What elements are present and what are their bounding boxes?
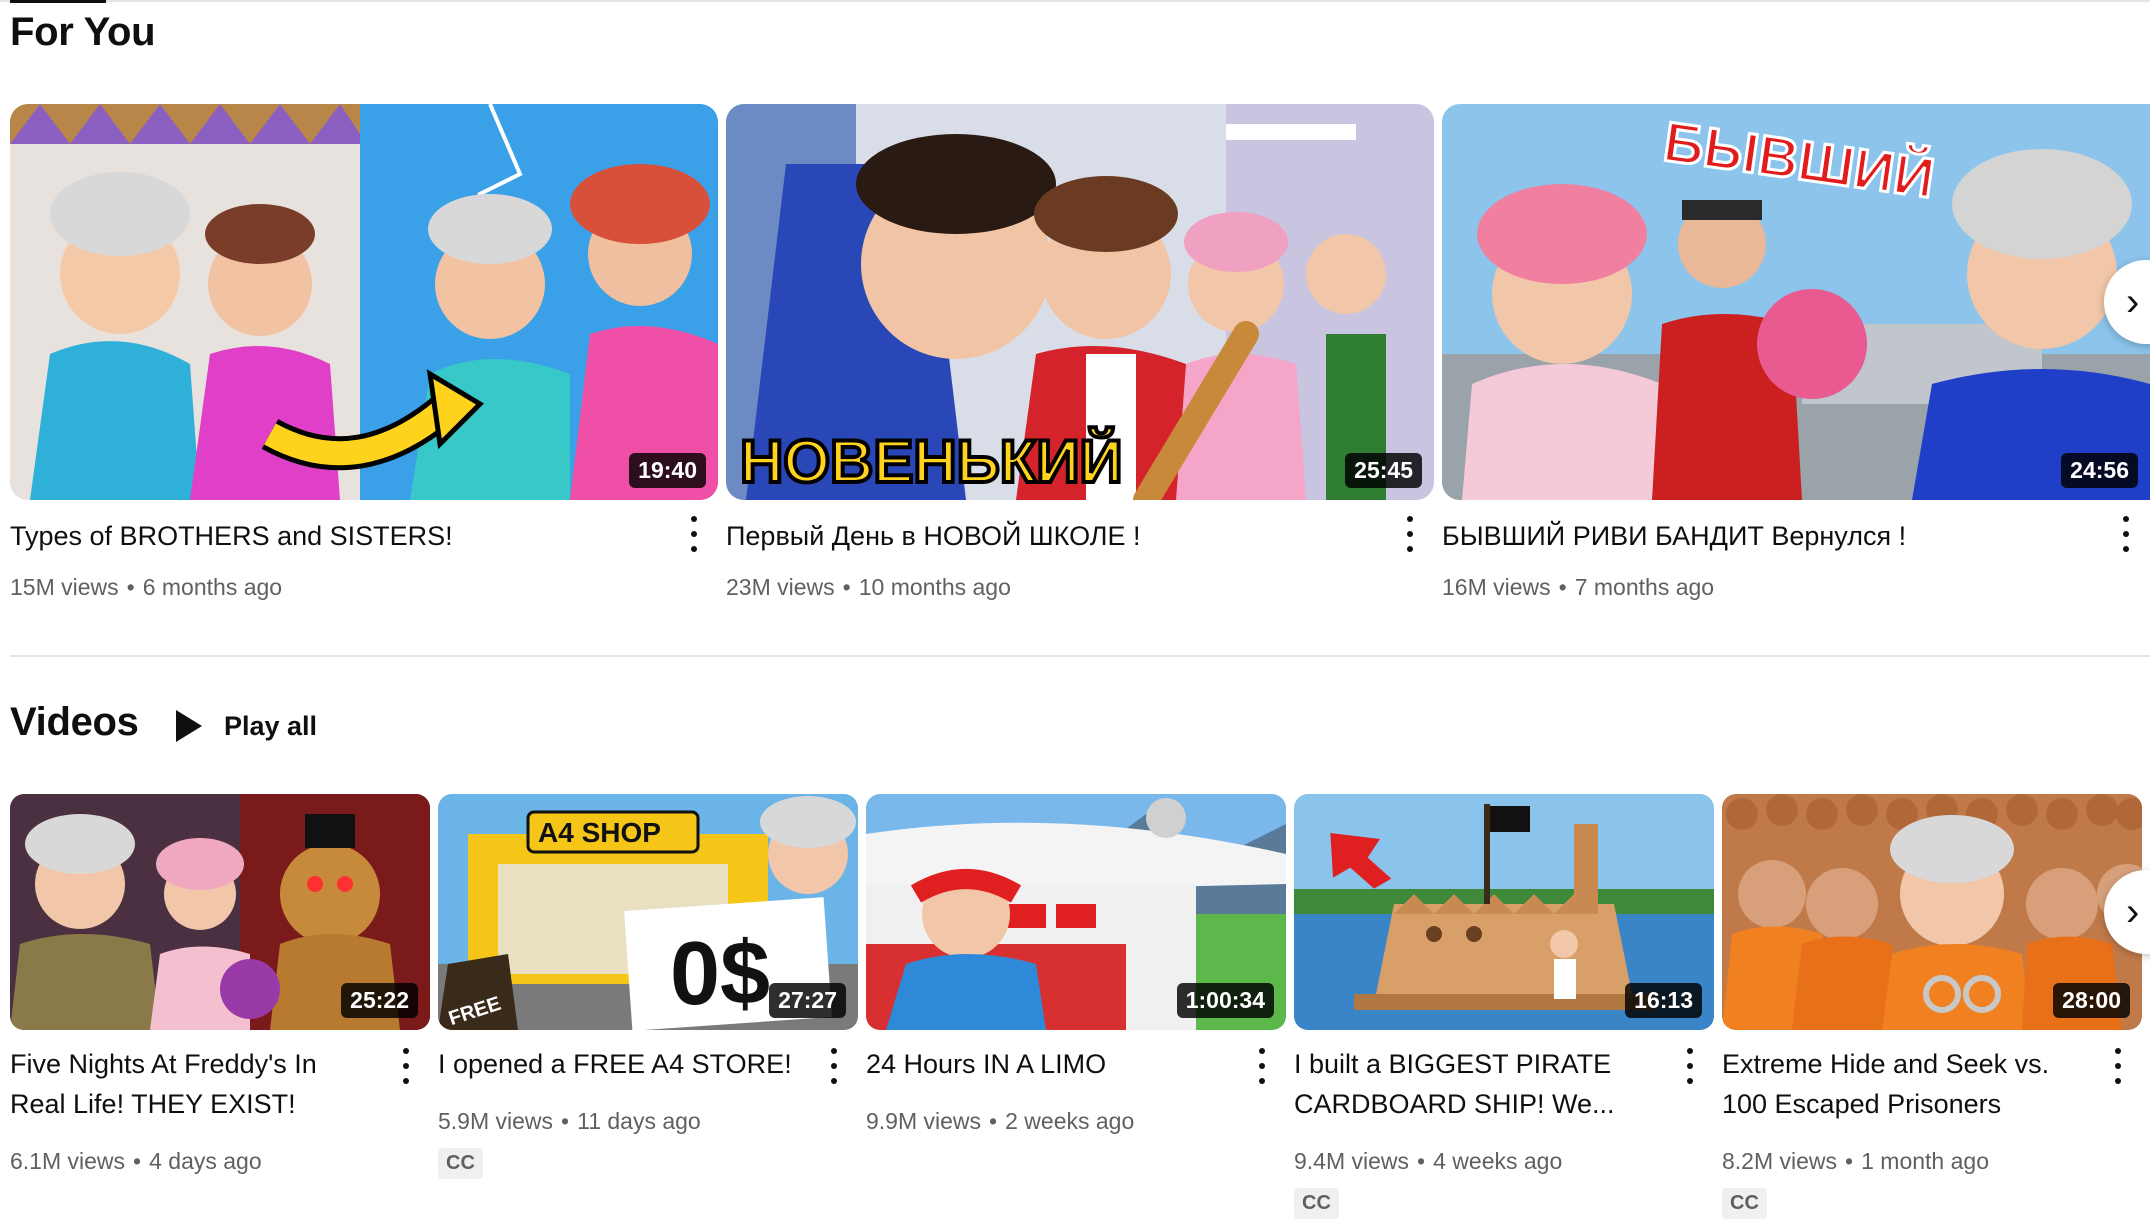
more-vert-icon[interactable] [1258, 1048, 1266, 1084]
more-vert-icon[interactable] [402, 1048, 410, 1084]
video-title[interactable]: Types of BROTHERS and SISTERS! [10, 516, 453, 556]
top-divider [0, 0, 2150, 2]
thumbnail-text: 0$ [670, 924, 770, 1024]
video-card[interactable]: 19:40 Types of BROTHERS and SISTERS! 15M… [10, 104, 718, 614]
video-meta: 5.9M views • 11 days ago [438, 1108, 701, 1134]
video-meta: 9.9M views • 2 weeks ago [866, 1108, 1135, 1134]
title-line: Extreme Hide and Seek vs. [1722, 1049, 2050, 1079]
thumbnail-text: A4 SHOP [538, 817, 661, 848]
video-title[interactable]: Extreme Hide and Seek vs. 100 Escaped Pr… [1722, 1044, 2102, 1124]
video-thumbnail[interactable]: 25:22 [10, 794, 430, 1030]
video-card[interactable]: 1:00:34 24 Hours IN A LIMO 9.9M views • 2 … [866, 794, 1286, 1194]
upload-age: 2 weeks ago [1005, 1108, 1135, 1134]
view-count: 9.9M views [866, 1108, 982, 1134]
duration-badge: 25:45 [1345, 453, 1422, 488]
duration-badge: 24:56 [2061, 453, 2138, 488]
title-line: I built a BIGGEST PIRATE [1294, 1049, 1612, 1079]
duration-badge: 1:00:34 [1176, 983, 1274, 1018]
title-line: I opened a FREE A4 STORE! [438, 1049, 792, 1079]
thumbnail-text: НОВЕНЬКИЙ [740, 428, 1123, 495]
play-all-label: Play all [224, 710, 318, 741]
duration-badge: 27:27 [769, 983, 846, 1018]
title-line: Real Life! THEY EXIST! [10, 1089, 296, 1119]
more-vert-icon[interactable] [1406, 516, 1414, 552]
upload-age: 7 months ago [1574, 574, 1715, 600]
video-title[interactable]: Five Nights At Freddy's In Real Life! TH… [10, 1044, 390, 1124]
video-meta: 9.4M views • 4 weeks ago [1294, 1148, 1563, 1174]
view-count: 6.1M views [10, 1148, 126, 1174]
more-vert-icon[interactable] [830, 1048, 838, 1084]
view-count: 5.9M views [438, 1108, 554, 1134]
duration-badge: 28:00 [2053, 983, 2130, 1018]
cc-badge: CC [438, 1148, 483, 1179]
video-title[interactable]: БЫВШИЙ РИВИ БАНДИТ Вернулся ! [1442, 516, 1906, 556]
chevron-right-icon: › [2126, 889, 2140, 934]
video-card[interactable]: A4 SHOP 0$ FREE 27:27 I opened a FREE A4… [438, 794, 858, 1194]
title-line: 100 Escaped Prisoners [1722, 1089, 2002, 1119]
section-title-for-you: For You [10, 10, 156, 54]
video-title[interactable]: 24 Hours IN A LIMO [866, 1044, 1246, 1084]
upload-age: 4 weeks ago [1433, 1148, 1563, 1174]
view-count: 23M views [726, 574, 835, 600]
video-card[interactable]: 16:13 I built a BIGGEST PIRATE CARDBOARD… [1294, 794, 1714, 1219]
chevron-right-icon: › [2126, 279, 2140, 324]
video-thumbnail[interactable]: НОВЕНЬКИЙ 25:45 [726, 104, 1434, 500]
video-meta: 16M views • 7 months ago [1442, 574, 1715, 600]
play-all-button[interactable]: Play all [176, 700, 317, 752]
view-count: 8.2M views [1722, 1148, 1838, 1174]
upload-age: 11 days ago [577, 1108, 701, 1134]
more-vert-icon[interactable] [2114, 1048, 2122, 1084]
video-thumbnail[interactable]: 1:00:34 [866, 794, 1286, 1030]
more-vert-icon[interactable] [2122, 516, 2130, 552]
cc-badge: CC [1722, 1188, 1767, 1219]
video-card[interactable]: БЫВШИЙ 24:56 БЫВШИЙ РИВИ БАНДИТ Вернулся… [1442, 104, 2150, 614]
upload-age: 1 month ago [1861, 1148, 1989, 1174]
title-line: Five Nights At Freddy's In [10, 1049, 317, 1079]
section-divider [10, 655, 2150, 657]
active-tab-indicator [10, 0, 106, 3]
video-meta: 8.2M views • 1 month ago [1722, 1148, 1989, 1174]
video-thumbnail[interactable]: 16:13 [1294, 794, 1714, 1030]
title-line: 24 Hours IN A LIMO [866, 1049, 1107, 1079]
play-icon [176, 710, 202, 742]
video-thumbnail[interactable]: 28:00 [1722, 794, 2142, 1030]
cc-badge: CC [1294, 1188, 1339, 1219]
view-count: 15M views [10, 574, 119, 600]
video-meta: 6.1M views • 4 days ago [10, 1148, 262, 1174]
video-title[interactable]: I built a BIGGEST PIRATE CARDBOARD SHIP!… [1294, 1044, 1674, 1124]
video-card[interactable]: 28:00 Extreme Hide and Seek vs. 100 Esca… [1722, 794, 2142, 1219]
more-vert-icon[interactable] [690, 516, 698, 552]
duration-badge: 25:22 [341, 983, 418, 1018]
duration-badge: 16:13 [1625, 983, 1702, 1018]
video-card[interactable]: НОВЕНЬКИЙ 25:45 Первый День в НОВОЙ ШКОЛ… [726, 104, 1434, 614]
video-thumbnail[interactable]: A4 SHOP 0$ FREE 27:27 [438, 794, 858, 1030]
video-title[interactable]: Первый День в НОВОЙ ШКОЛЕ ! [726, 516, 1141, 556]
video-card[interactable]: 25:22 Five Nights At Freddy's In Real Li… [10, 794, 430, 1194]
upload-age: 10 months ago [858, 574, 1011, 600]
view-count: 9.4M views [1294, 1148, 1410, 1174]
section-title-videos: Videos [10, 700, 139, 744]
video-thumbnail[interactable]: БЫВШИЙ 24:56 [1442, 104, 2150, 500]
more-vert-icon[interactable] [1686, 1048, 1694, 1084]
duration-badge: 19:40 [629, 453, 706, 488]
upload-age: 4 days ago [149, 1148, 262, 1174]
view-count: 16M views [1442, 574, 1551, 600]
video-title[interactable]: I opened a FREE A4 STORE! [438, 1044, 818, 1084]
upload-age: 6 months ago [142, 574, 283, 600]
video-meta: 15M views • 6 months ago [10, 574, 283, 600]
title-line: CARDBOARD SHIP! We... [1294, 1089, 1615, 1119]
video-thumbnail[interactable]: 19:40 [10, 104, 718, 500]
video-meta: 23M views • 10 months ago [726, 574, 1011, 600]
